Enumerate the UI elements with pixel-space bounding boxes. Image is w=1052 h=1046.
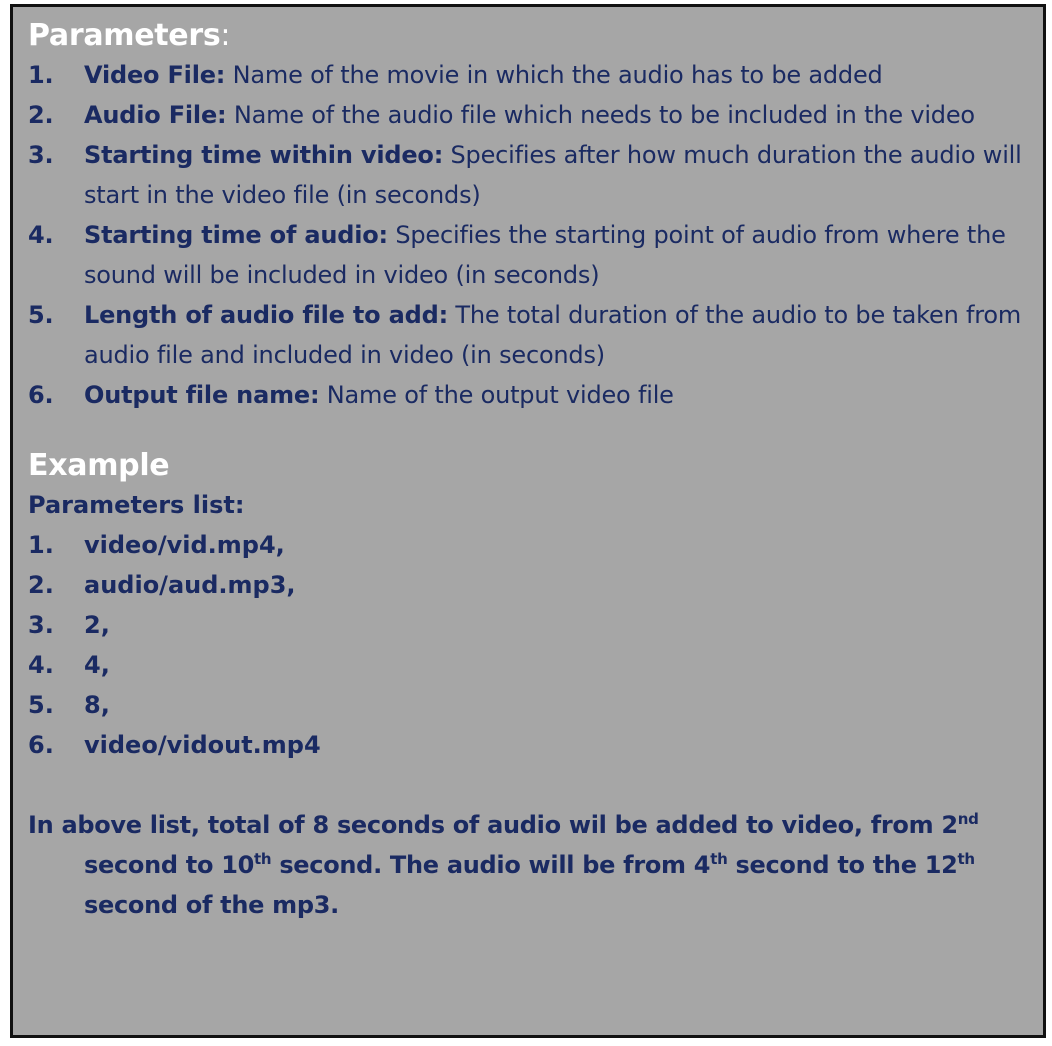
list-number: 1. — [28, 61, 54, 89]
example-item: 2. audio/aud.mp3, — [28, 565, 1029, 605]
list-number: 1. — [28, 531, 54, 559]
parameters-panel: Parameters: 1. Video File: Name of the mo… — [10, 4, 1046, 1038]
parameter-term: Audio File: — [84, 101, 227, 129]
parameter-term: Output file name: — [84, 381, 320, 409]
parameter-description: Name of the output video file — [319, 381, 674, 409]
example-item: 6. video/vidout.mp4 — [28, 725, 1029, 765]
list-number: 4. — [28, 221, 54, 249]
note-text: second. The audio will be from 4 — [271, 851, 711, 879]
parameter-item: 2. Audio File: Name of the audio file whi… — [28, 95, 1029, 135]
example-item: 4. 4, — [28, 645, 1029, 685]
note-text: second to the 12 — [727, 851, 958, 879]
parameter-item: 5. Length of audio file to add: The total… — [28, 295, 1029, 375]
ordinal-suffix: nd — [957, 810, 979, 828]
parameters-heading-colon: : — [220, 18, 231, 53]
list-number: 6. — [28, 381, 54, 409]
parameter-description: Name of the movie in which the audio has… — [225, 61, 883, 89]
example-value: audio/aud.mp3, — [84, 571, 296, 599]
note-text: second to 10 — [84, 851, 255, 879]
parameter-item: 3. Starting time within video: Specifies … — [28, 135, 1029, 215]
example-value: video/vid.mp4, — [84, 531, 285, 559]
example-item: 5. 8, — [28, 685, 1029, 725]
note-text: In above list, total of 8 seconds of aud… — [28, 811, 958, 839]
example-value: 2, — [84, 611, 110, 639]
list-number: 5. — [28, 691, 54, 719]
list-number: 2. — [28, 101, 54, 129]
list-number: 3. — [28, 611, 54, 639]
example-value: 4, — [84, 651, 110, 679]
parameter-term: Length of audio file to add: — [84, 301, 448, 329]
note-text: second of the mp3. — [84, 891, 339, 919]
parameter-term: Starting time within video: — [84, 141, 444, 169]
parameters-heading-text: Parameters — [28, 18, 221, 53]
example-list: 1. video/vid.mp4, 2. audio/aud.mp3, 3. 2, 4… — [28, 525, 1029, 765]
parameter-term: Video File: — [84, 61, 226, 89]
example-explanation: In above list, total of 8 seconds of aud… — [28, 805, 1029, 925]
parameters-heading: Parameters: — [28, 17, 1029, 55]
parameter-term: Starting time of audio: — [84, 221, 388, 249]
parameters-list: 1. Video File: Name of the movie in which… — [28, 55, 1029, 415]
parameter-item: 4. Starting time of audio: Specifies the … — [28, 215, 1029, 295]
list-number: 4. — [28, 651, 54, 679]
parameter-item: 6. Output file name: Name of the output v… — [28, 375, 1029, 415]
parameter-item: 1. Video File: Name of the movie in which… — [28, 55, 1029, 95]
list-number: 3. — [28, 141, 54, 169]
example-item: 1. video/vid.mp4, — [28, 525, 1029, 565]
example-value: video/vidout.mp4 — [84, 731, 321, 759]
example-item: 3. 2, — [28, 605, 1029, 645]
example-value: 8, — [84, 691, 110, 719]
list-number: 6. — [28, 731, 54, 759]
list-number: 2. — [28, 571, 54, 599]
ordinal-suffix: th — [957, 850, 976, 868]
example-heading: Example — [28, 448, 170, 483]
list-number: 5. — [28, 301, 54, 329]
ordinal-suffix: th — [254, 850, 272, 868]
parameter-description: Name of the audio file which needs to be… — [226, 101, 975, 129]
parameters-list-label: Parameters list: — [28, 491, 245, 519]
ordinal-suffix: th — [710, 850, 728, 868]
